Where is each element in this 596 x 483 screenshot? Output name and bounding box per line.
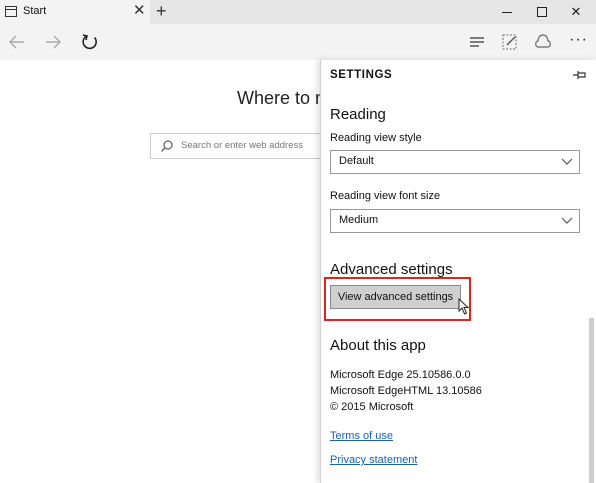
close-icon: ✕ [570,4,582,19]
copyright: © 2015 Microsoft [330,401,414,413]
forward-arrow-icon[interactable] [42,32,64,52]
hub-icon[interactable] [466,32,488,52]
new-tab-button[interactable]: + [156,1,167,21]
view-advanced-settings-button[interactable]: View advanced settings [330,285,461,309]
edge-version: Microsoft Edge 25.10586.0.0 [330,369,471,381]
tab-close-icon[interactable]: ✕ [133,3,146,19]
advanced-settings-heading: Advanced settings [330,261,453,278]
maximize-button[interactable] [525,0,559,24]
minimize-button[interactable] [490,0,524,24]
reading-view-style-label: Reading view style [330,132,422,144]
minimize-icon [502,11,512,13]
page-heading: Where to n [237,88,326,108]
tab-title: Start [23,5,47,17]
reading-heading: Reading [330,106,386,123]
refresh-icon[interactable] [79,32,101,52]
settings-panel: SETTINGS Reading Reading view style Defa… [320,60,596,483]
reading-view-font-size-select[interactable]: Medium [330,209,580,233]
mouse-cursor-icon [458,298,469,315]
web-note-icon[interactable] [499,32,521,52]
reading-view-font-size-value: Medium [339,214,379,226]
chevron-down-icon [561,217,573,224]
terms-of-use-link[interactable]: Terms of use [330,430,393,442]
edgehtml-version: Microsoft EdgeHTML 13.10586 [330,385,482,397]
reading-view-style-select[interactable]: Default [330,150,580,174]
chevron-down-icon [561,158,573,165]
reading-view-style-value: Default [339,155,374,167]
browser-tab[interactable]: Start ✕ [0,0,150,24]
pin-icon[interactable] [572,69,588,81]
reading-view-font-size-label: Reading view font size [330,190,441,202]
close-window-button[interactable]: ✕ [559,0,593,24]
more-icon[interactable]: ··· [569,31,588,49]
search-icon [161,140,173,152]
tab-page-icon [5,6,17,17]
share-icon[interactable] [532,32,554,52]
back-arrow-icon[interactable] [6,32,28,52]
settings-title: SETTINGS [330,69,393,81]
scrollbar[interactable] [589,318,594,483]
title-bar: Start ✕ + ✕ [0,0,596,24]
about-heading: About this app [330,337,426,354]
navigation-bar: ··· [0,24,596,60]
privacy-statement-link[interactable]: Privacy statement [330,454,417,466]
search-placeholder: Search or enter web address [181,140,303,151]
maximize-icon [537,7,547,17]
